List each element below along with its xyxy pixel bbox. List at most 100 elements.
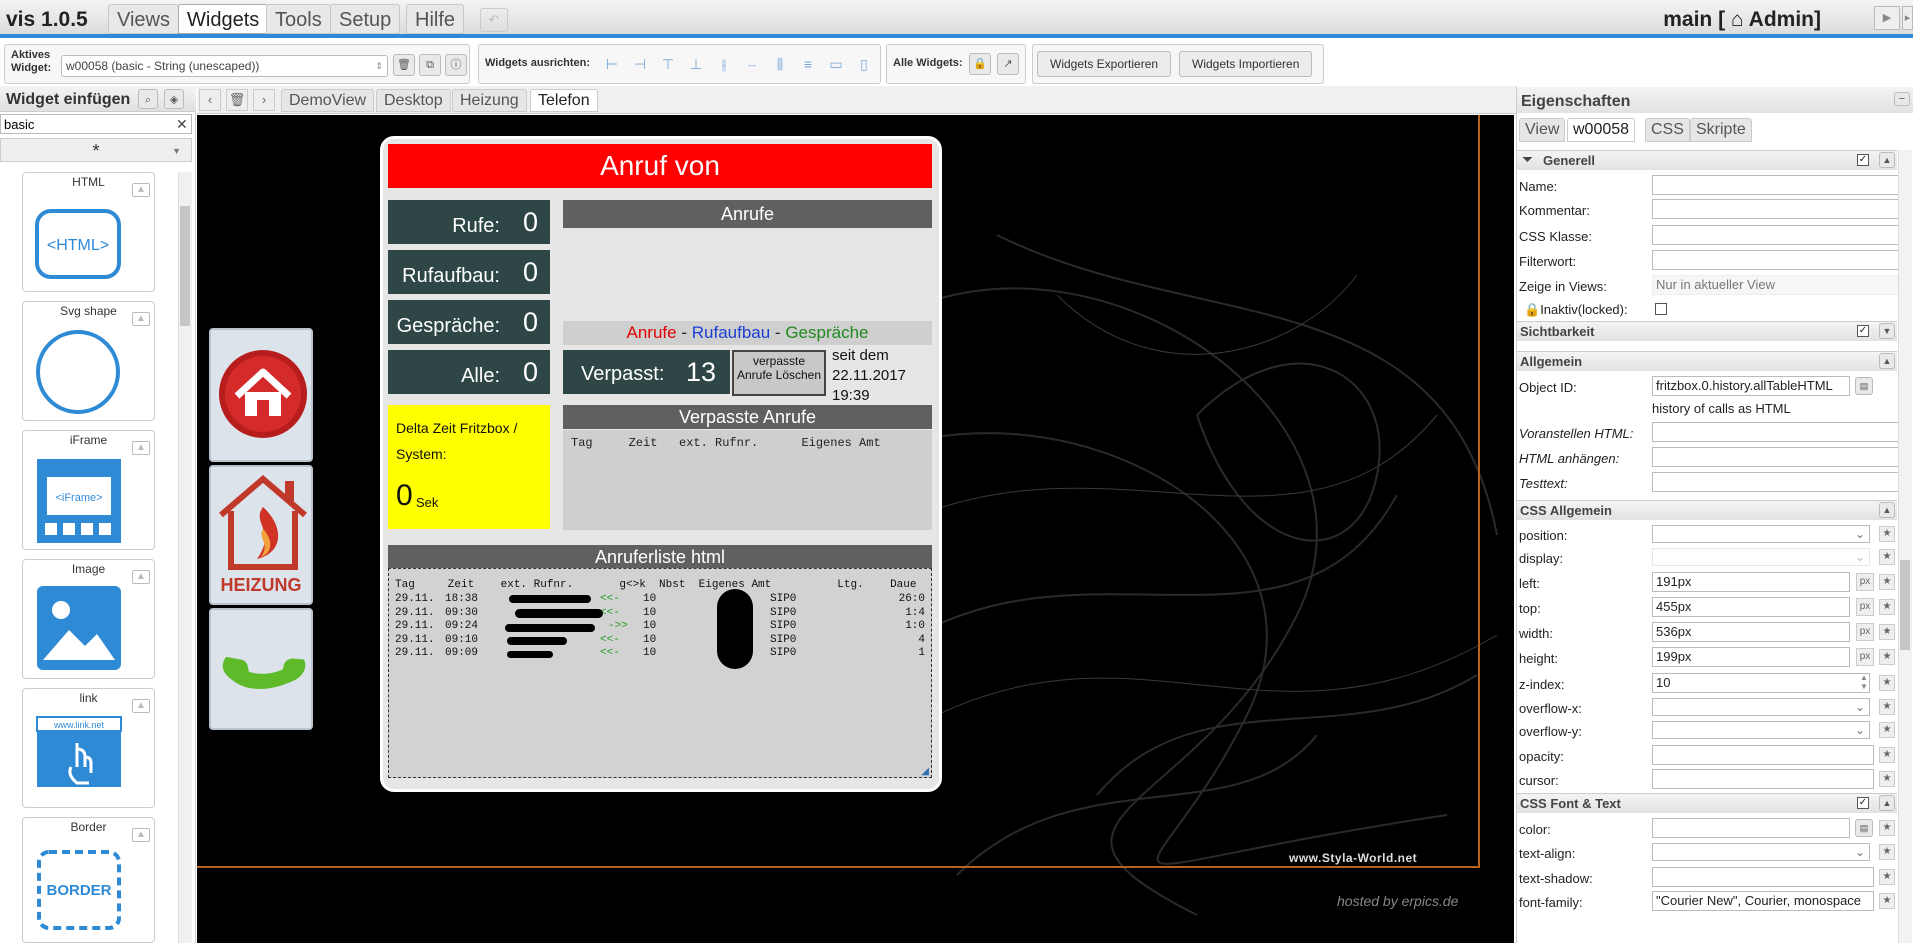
css-opacity-input[interactable]: [1652, 745, 1874, 765]
widget-card-html[interactable]: HTML ▲ <HTML>: [22, 172, 155, 292]
view-prev-button[interactable]: ‹: [199, 89, 221, 111]
align-top-icon[interactable]: ⊤: [657, 53, 679, 75]
font-family-star[interactable]: ★: [1879, 893, 1895, 909]
prop-anhaengen-input[interactable]: [1652, 447, 1902, 467]
edit-all-button[interactable]: ↗: [997, 53, 1019, 75]
css-zindex-input[interactable]: 10: [1652, 673, 1870, 693]
delete-widget-button[interactable]: 🗑: [393, 54, 415, 76]
css-width-input[interactable]: 536px: [1652, 622, 1850, 642]
prop-testtext-input[interactable]: [1652, 472, 1902, 492]
menu-tab-widgets[interactable]: Widgets: [178, 4, 269, 34]
collapse-css-font-button[interactable]: ▲: [1879, 795, 1895, 811]
css-left-star[interactable]: ★: [1879, 574, 1895, 590]
menu-tab-tools[interactable]: Tools: [266, 4, 331, 34]
font-text-align-select[interactable]: ⌄: [1652, 843, 1870, 861]
section-css-allgemein[interactable]: CSS Allgemein: [1517, 500, 1897, 520]
prop-tab-css[interactable]: CSS: [1645, 118, 1690, 142]
font-color-star[interactable]: ★: [1879, 820, 1895, 836]
align-center-h-icon[interactable]: ⧿: [741, 53, 763, 75]
view-tab-desktop[interactable]: Desktop: [376, 89, 451, 112]
object-id-browse-button[interactable]: ▤: [1855, 377, 1873, 395]
prop-css-klasse-input[interactable]: [1652, 225, 1902, 245]
prop-kommentar-input[interactable]: [1652, 199, 1902, 219]
spinner-icon[interactable]: ▲ ▼: [1860, 673, 1868, 691]
css-position-select[interactable]: ⌄: [1652, 525, 1870, 543]
font-text-shadow-star[interactable]: ★: [1879, 869, 1895, 885]
heizung-nav-button[interactable]: HEIZUNG: [209, 465, 313, 605]
css-height-unit[interactable]: px: [1856, 648, 1874, 666]
run-button[interactable]: ▶: [1874, 6, 1900, 30]
undo-button[interactable]: ↶: [480, 8, 508, 32]
prop-inaktiv-checkbox[interactable]: [1655, 303, 1667, 315]
collapse-allgemein-button[interactable]: ▲: [1879, 353, 1895, 369]
css-width-star[interactable]: ★: [1879, 624, 1895, 640]
align-center-v-icon[interactable]: ⫲: [713, 53, 735, 75]
export-widgets-button[interactable]: Widgets Exportieren: [1037, 51, 1172, 77]
delete-missed-calls-button[interactable]: verpasste Anrufe Löschen: [732, 350, 826, 396]
view-tab-demoview[interactable]: DemoView: [281, 89, 375, 112]
css-position-star[interactable]: ★: [1879, 526, 1895, 542]
distribute-v-icon[interactable]: ≡: [797, 53, 819, 75]
resize-handle-icon[interactable]: ◢: [921, 766, 929, 777]
css-zindex-star[interactable]: ★: [1879, 675, 1895, 691]
active-widget-select[interactable]: w00058 (basic - String (unescaped)) ⇕: [61, 55, 388, 77]
home-nav-button[interactable]: [209, 328, 313, 462]
properties-scroll-thumb[interactable]: [1900, 560, 1910, 650]
tag-button[interactable]: ◈: [164, 89, 184, 109]
view-tab-heizung[interactable]: Heizung: [452, 89, 527, 112]
css-cursor-input[interactable]: [1652, 769, 1874, 789]
font-text-align-star[interactable]: ★: [1879, 844, 1895, 860]
prop-voranstellen-input[interactable]: [1652, 422, 1902, 442]
css-width-unit[interactable]: px: [1856, 623, 1874, 641]
widget-card-link[interactable]: link ▲ www.link.net: [22, 688, 155, 808]
properties-scrollbar[interactable]: [1898, 150, 1912, 943]
font-text-shadow-input[interactable]: [1652, 867, 1874, 887]
css-opacity-star[interactable]: ★: [1879, 747, 1895, 763]
css-top-star[interactable]: ★: [1879, 599, 1895, 615]
css-font-checkbox[interactable]: ✓: [1857, 797, 1869, 809]
generell-checkbox[interactable]: ✓: [1857, 154, 1869, 166]
widget-card-border[interactable]: Border ▲ BORDER: [22, 817, 155, 943]
section-css-font[interactable]: CSS Font & Text: [1517, 793, 1897, 813]
same-height-icon[interactable]: ▯: [853, 53, 875, 75]
section-sichtbarkeit[interactable]: Sichtbarkeit: [1517, 321, 1897, 341]
css-display-star[interactable]: ★: [1879, 549, 1895, 565]
color-picker-button[interactable]: ▤: [1855, 819, 1873, 837]
palette-scroll-thumb[interactable]: [180, 206, 190, 326]
widget-filter-input[interactable]: [0, 114, 192, 134]
expand-sichtbarkeit-button[interactable]: ▼: [1879, 323, 1895, 339]
css-display-select[interactable]: ⌄: [1652, 548, 1870, 566]
align-left-icon[interactable]: ⊢: [601, 53, 623, 75]
section-allgemein[interactable]: Allgemein: [1517, 351, 1897, 371]
collapse-css-allgemein-button[interactable]: ▲: [1879, 502, 1895, 518]
prop-name-input[interactable]: [1652, 175, 1902, 195]
menu-tab-views[interactable]: Views: [108, 4, 179, 34]
css-overflow-y-star[interactable]: ★: [1879, 722, 1895, 738]
collapse-panel-button[interactable]: −: [1894, 92, 1910, 106]
css-overflow-y-select[interactable]: ⌄: [1652, 721, 1870, 739]
css-overflow-x-select[interactable]: ⌄: [1652, 698, 1870, 716]
clear-filter-icon[interactable]: ✕: [176, 116, 188, 133]
align-right-icon[interactable]: ⊣: [629, 53, 651, 75]
css-cursor-star[interactable]: ★: [1879, 771, 1895, 787]
widget-card-svg-shape[interactable]: Svg shape ▲: [22, 301, 155, 421]
widget-set-select[interactable]: * ▼: [0, 138, 192, 162]
menu-tab-setup[interactable]: Setup: [330, 4, 401, 34]
telefon-nav-button[interactable]: [209, 608, 313, 730]
css-overflow-x-star[interactable]: ★: [1879, 699, 1895, 715]
css-left-unit[interactable]: px: [1856, 573, 1874, 591]
view-tab-telefon[interactable]: Telefon: [530, 89, 598, 112]
same-width-icon[interactable]: ▭: [825, 53, 847, 75]
import-widgets-button[interactable]: Widgets Importieren: [1179, 51, 1313, 77]
view-delete-button[interactable]: 🗑: [226, 89, 248, 111]
prop-zeige-select[interactable]: Nur in aktueller View: [1652, 275, 1902, 295]
distribute-h-icon[interactable]: ⫼: [769, 53, 791, 75]
prop-tab-widget[interactable]: w00058: [1567, 118, 1636, 142]
search-button[interactable]: ⌕: [138, 89, 158, 109]
menu-tab-hilfe[interactable]: Hilfe: [406, 4, 465, 34]
info-button[interactable]: ⓘ: [445, 54, 467, 76]
widget-card-image[interactable]: Image ▲: [22, 559, 155, 679]
more-button[interactable]: ▸: [1902, 6, 1913, 30]
copy-widget-button[interactable]: ⧉: [419, 54, 441, 76]
prop-filterwort-input[interactable]: [1652, 250, 1902, 270]
